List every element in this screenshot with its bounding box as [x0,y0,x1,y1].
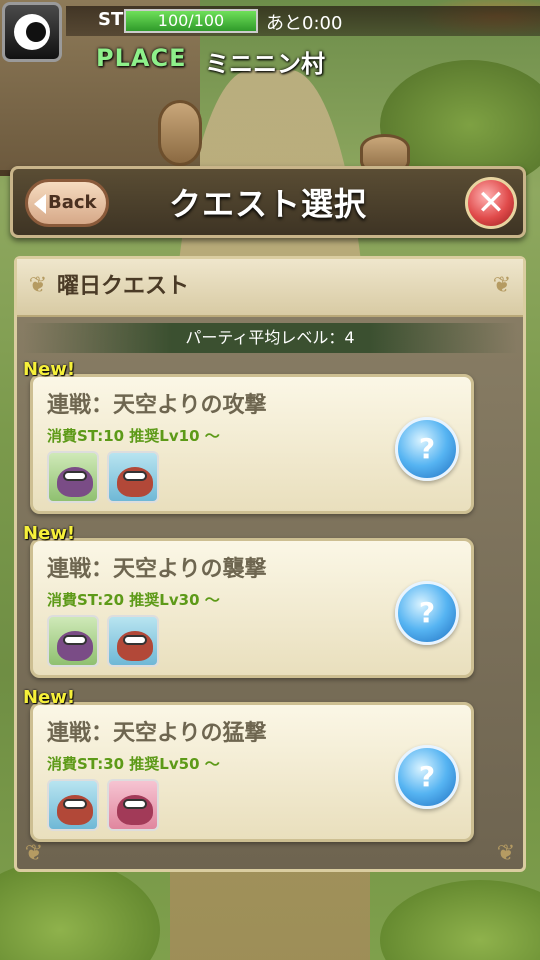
quest-card[interactable]: New! 連戦：天空よりの攻撃 消費ST:10 推奨Lv10 〜 ? [23,359,474,514]
back-button[interactable]: Back [25,179,109,227]
place-label: PLACE [96,44,187,72]
ornament-icon: ❦ [496,841,516,866]
status-bar: ST 100/100 あと0:00 PLACE ミニニン村 [0,0,540,78]
quest-card[interactable]: New! 連戦：天空よりの猛撃 消費ST:30 推奨Lv50 〜 ? [23,687,474,842]
blue-monster-icon [107,615,159,667]
back-label: Back [48,192,97,213]
info-icon: ? [418,432,436,465]
quest-card[interactable]: New! 連戦：天空よりの襲撃 消費ST:20 推奨Lv30 〜 ? [23,523,474,678]
close-button[interactable]: ✕ [465,177,517,229]
panel-title: 曜日クエスト [57,274,190,299]
new-badge: New! [23,523,76,544]
menu-button[interactable] [2,2,62,62]
quest-title: 連戦：天空よりの攻撃 [47,393,267,418]
quest-title: 連戦：天空よりの襲撃 [47,557,267,582]
party-level-text: パーティ平均レベル：4 [185,328,355,347]
info-icon: ? [418,760,436,793]
tree-stump [158,100,202,166]
menu-emblem-icon [14,14,50,50]
blue-monster-icon [47,779,99,831]
title-bar: クエスト選択 Back ✕ [10,166,526,238]
st-gauge: 100/100 [124,9,258,33]
panel-header: ❦ 曜日クエスト ❦ [17,259,523,317]
bush [0,860,160,960]
ornament-icon: ❦ [28,273,48,298]
quest-info-button[interactable]: ? [395,745,459,809]
blue-monster-icon [107,451,159,503]
close-icon: ✕ [476,183,506,223]
st-recovery-time: あと0:00 [266,13,343,34]
quest-info-button[interactable]: ? [395,581,459,645]
green-monster-icon [47,615,99,667]
new-badge: New! [23,687,76,708]
quest-cost: 消費ST:30 推奨Lv50 〜 [47,755,220,773]
quest-cost: 消費ST:20 推奨Lv30 〜 [47,591,220,609]
place-name: ミニニン村 [205,50,325,78]
green-monster-icon [47,451,99,503]
ornament-icon: ❦ [24,841,44,866]
quest-info-button[interactable]: ? [395,417,459,481]
info-icon: ? [418,596,436,629]
pink-monster-icon [107,779,159,831]
ornament-icon: ❦ [492,273,512,298]
quest-title: 連戦：天空よりの猛撃 [47,721,267,746]
new-badge: New! [23,359,76,380]
st-value: 100/100 [157,11,225,30]
st-label: ST [98,9,124,30]
bush [380,880,540,960]
quest-cost: 消費ST:10 推奨Lv10 〜 [47,427,220,445]
back-arrow-icon [34,194,46,214]
party-level-bar: パーティ平均レベル：4 [23,323,517,353]
